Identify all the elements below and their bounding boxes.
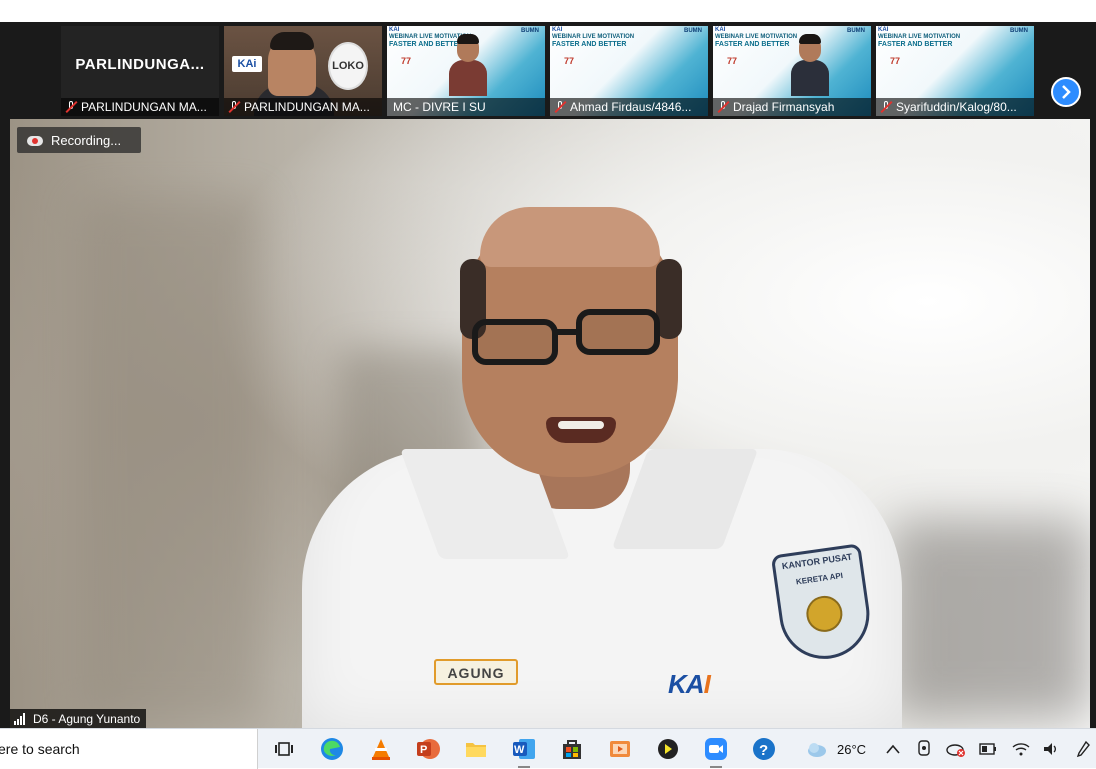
mic-muted-icon (554, 101, 566, 113)
slide-bumn-logo: BUMN (521, 28, 539, 34)
shirt-name-tag: AGUNG (434, 659, 518, 685)
thumbnail-label: MC - DIVRE I SU (393, 100, 486, 114)
system-tray (886, 729, 1090, 769)
badge-line-1: KANTOR PUSAT (781, 551, 853, 572)
main-speaker-video: AGUNG KAI KANTOR PUSAT KERETA API (10, 119, 1090, 728)
slide-kai-logo: KAI (552, 27, 563, 33)
top-strip (0, 0, 1096, 22)
svg-text:P: P (420, 744, 427, 756)
glasses-left-lens (472, 319, 558, 365)
store-icon[interactable] (558, 735, 586, 763)
thumbnail-1[interactable]: KAi LOKO PARLINDUNGAN MA... (224, 26, 382, 116)
thumbnail-name-bar: PARLINDUNGAN MA... (61, 98, 219, 116)
speaker-name-label: D6 - Agung Yunanto (10, 709, 147, 728)
thumbnail-strip: PARLINDUNGA... PARLINDUNGAN MA... KAi LO… (0, 22, 1096, 118)
thumbnail-big-name: PARLINDUNGA... (75, 55, 205, 73)
mic-muted-icon (880, 101, 892, 113)
cloud-record-icon (27, 134, 43, 146)
app-arrow-icon[interactable] (654, 735, 682, 763)
svg-text:W: W (514, 744, 525, 756)
speaker-forehead (480, 207, 660, 267)
slide-bumn-logo: BUMN (1010, 28, 1028, 34)
powerpoint-icon[interactable]: P (414, 735, 442, 763)
thumbnail-name-bar: MC - DIVRE I SU (387, 98, 545, 116)
glasses-right-lens (576, 309, 660, 355)
slide-title: WEBINAR LIVE MOTIVATION FASTER AND BETTER (715, 34, 798, 48)
zoom-icon[interactable] (702, 735, 730, 768)
thumbnail-label: Drajad Firmansyah (733, 100, 835, 114)
thumbnail-name-bar: PARLINDUNGAN MA... (224, 98, 382, 116)
thumbnail-label: PARLINDUNGAN MA... (244, 100, 370, 114)
slide-kai-logo: KAI (715, 27, 726, 33)
taskbar-search-input[interactable]: ere to search (0, 729, 258, 769)
weather-widget[interactable]: 26°C (806, 729, 866, 769)
pen-icon[interactable] (1076, 740, 1090, 758)
glasses-bridge (556, 329, 578, 335)
chevron-right-icon (1062, 85, 1071, 99)
participant-video (447, 32, 487, 96)
volume-icon[interactable] (1042, 741, 1060, 757)
weather-temperature: 26°C (837, 741, 867, 757)
loko-sign: LOKO (328, 42, 368, 90)
background-blur (890, 519, 1090, 719)
word-icon[interactable]: W (510, 735, 538, 768)
slide-77-logo: 77 (890, 56, 901, 66)
speaker-name: D6 - Agung Yunanto (33, 711, 141, 726)
background-blur (80, 199, 260, 719)
mic-muted-icon (717, 101, 729, 113)
weather-cloud-icon (808, 743, 826, 757)
media-player-icon[interactable] (606, 735, 634, 763)
camera-tray-icon[interactable] (916, 740, 932, 758)
file-explorer-icon[interactable] (462, 735, 490, 763)
thumbnail-3[interactable]: KAI BUMN WEBINAR LIVE MOTIVATION FASTER A… (550, 26, 708, 116)
battery-charging-icon[interactable] (978, 741, 998, 757)
badge-line-2: KERETA API (795, 571, 844, 587)
thumbnail-label: PARLINDUNGAN MA... (81, 100, 207, 114)
slide-bumn-logo: BUMN (847, 28, 865, 34)
signal-strength-icon (14, 712, 28, 725)
next-page-button[interactable] (1051, 77, 1081, 107)
wifi-icon[interactable] (1012, 742, 1030, 756)
help-icon[interactable]: ? (750, 735, 778, 763)
slide-kai-logo: KAI (389, 27, 400, 33)
thumbnail-2[interactable]: KAI BUMN WEBINAR LIVE MOTIVATION FASTER A… (387, 26, 545, 116)
slide-77-logo: 77 (564, 56, 575, 66)
thumbnail-4[interactable]: KAI BUMN WEBINAR LIVE MOTIVATION FASTER A… (713, 26, 871, 116)
mic-muted-icon (65, 101, 77, 113)
svg-text:?: ? (759, 742, 768, 759)
participant-video (789, 32, 829, 96)
chevron-up-icon[interactable] (886, 744, 900, 754)
slide-77-logo: 77 (727, 56, 738, 66)
slide-77-logo: 77 (401, 56, 412, 66)
badge-emblem-icon (804, 593, 845, 635)
vlc-icon[interactable] (367, 735, 395, 763)
thumbnail-name-bar: Drajad Firmansyah (713, 98, 871, 116)
thumbnail-label: Syarifuddin/Kalog/80... (896, 100, 1017, 114)
mic-muted-icon (228, 101, 240, 113)
kai-sign: KAi (232, 56, 262, 72)
task-view-icon[interactable] (270, 735, 298, 763)
participant-hair (270, 32, 314, 50)
slide-kai-logo: KAI (878, 27, 889, 33)
speaker-mouth (546, 417, 616, 443)
onedrive-error-icon[interactable] (946, 740, 966, 758)
recording-indicator[interactable]: Recording... (17, 127, 141, 153)
thumbnail-name-bar: Ahmad Firdaus/4846... (550, 98, 708, 116)
thumbnail-5[interactable]: KAI BUMN WEBINAR LIVE MOTIVATION FASTER A… (876, 26, 1034, 116)
thumbnail-0[interactable]: PARLINDUNGA... PARLINDUNGAN MA... (61, 26, 219, 116)
thumbnail-label: Ahmad Firdaus/4846... (570, 100, 692, 114)
slide-title: WEBINAR LIVE MOTIVATION FASTER AND BETTER (552, 34, 635, 48)
thumbnail-name-bar: Syarifuddin/Kalog/80... (876, 98, 1034, 116)
kai-shirt-logo: KAI (668, 669, 711, 699)
edge-icon[interactable] (318, 735, 346, 763)
windows-taskbar: ere to search P W ? 26°C (0, 728, 1096, 769)
recording-label: Recording... (51, 132, 122, 148)
slide-bumn-logo: BUMN (684, 28, 702, 34)
slide-title: WEBINAR LIVE MOTIVATION FASTER AND BETTER (878, 34, 961, 48)
